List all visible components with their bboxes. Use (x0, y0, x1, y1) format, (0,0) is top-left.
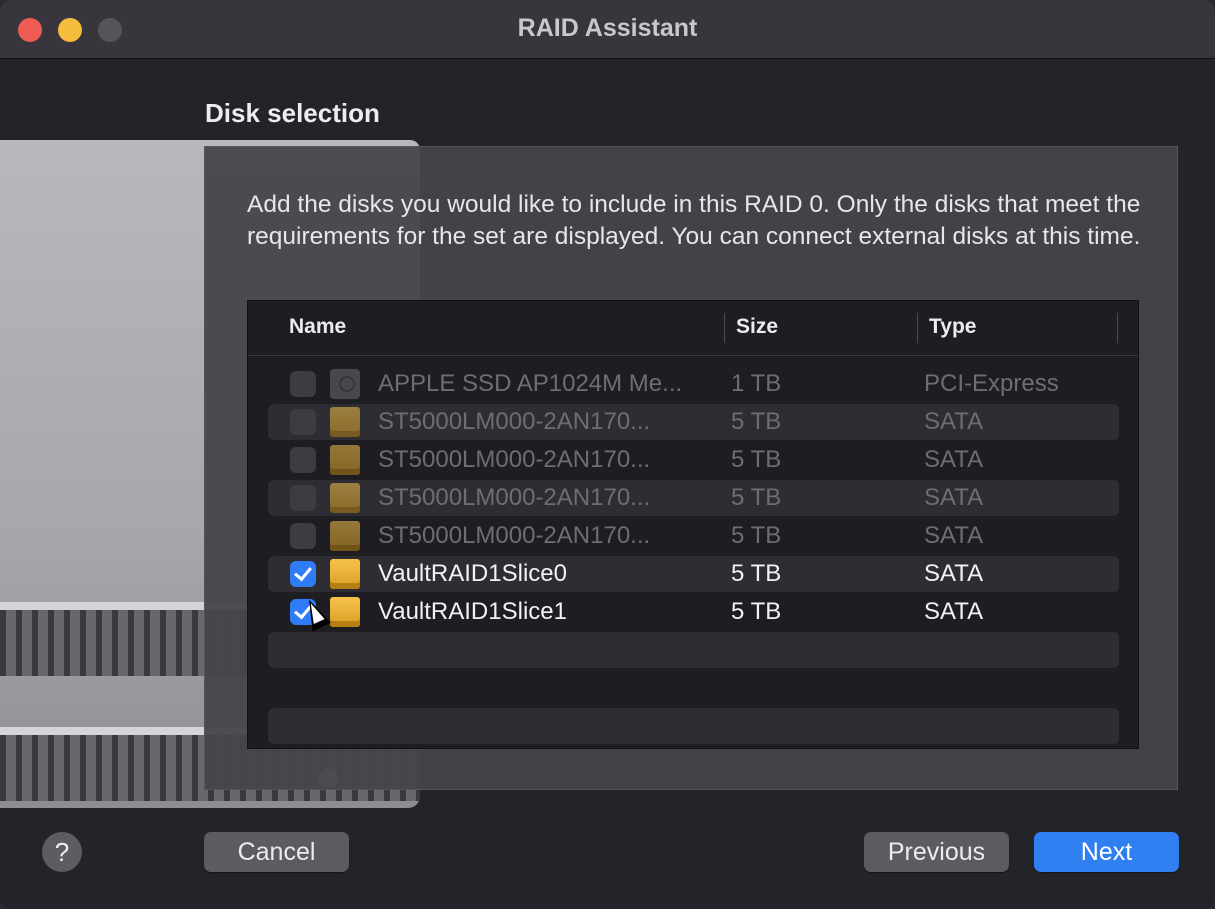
disk-size: 5 TB (731, 446, 782, 473)
disk-type: PCI-Express (924, 370, 1059, 397)
disk-name: ST5000LM000-2AN170... (378, 446, 651, 473)
hdd-icon (330, 597, 360, 627)
disk-checkbox (290, 447, 316, 473)
disk-type: SATA (924, 484, 984, 511)
disk-selection-panel: Add the disks you would like to include … (204, 146, 1178, 790)
disk-size: 1 TB (731, 370, 782, 397)
table-row: ST5000LM000-2AN170... 5 TB SATA (268, 404, 1119, 440)
empty-row (268, 670, 1119, 706)
table-row[interactable]: VaultRAID1Slice1 5 TB SATA (268, 594, 1119, 630)
column-divider[interactable] (1117, 313, 1118, 343)
section-title: Disk selection (205, 98, 380, 128)
disk-checkbox (290, 409, 316, 435)
disk-size: 5 TB (731, 598, 782, 625)
disk-name: ST5000LM000-2AN170... (378, 408, 651, 435)
disk-type: SATA (924, 560, 984, 587)
disk-name: VaultRAID1Slice0 (378, 560, 567, 587)
disk-checkbox (290, 523, 316, 549)
help-button[interactable]: ? (42, 832, 82, 872)
table-row: APPLE SSD AP1024M Me... 1 TB PCI-Express (268, 366, 1119, 402)
disk-type: SATA (924, 408, 984, 435)
column-divider[interactable] (917, 313, 918, 343)
column-header-name[interactable]: Name (289, 315, 346, 339)
column-header-type[interactable]: Type (929, 315, 976, 339)
disk-size: 5 TB (731, 408, 782, 435)
disk-name: ST5000LM000-2AN170... (378, 484, 651, 511)
disk-name: VaultRAID1Slice1 (378, 598, 567, 625)
table-row[interactable]: VaultRAID1Slice0 5 TB SATA (268, 556, 1119, 592)
disk-type: SATA (924, 446, 984, 473)
disk-size: 5 TB (731, 560, 782, 587)
ssd-icon (330, 369, 360, 399)
disk-checkbox[interactable] (290, 561, 316, 587)
table-header: Name Size Type (248, 301, 1138, 356)
raid-assistant-window: RAID Assistant Disk selection Add the di… (0, 0, 1215, 909)
disk-checkbox (290, 371, 316, 397)
disk-size: 5 TB (731, 522, 782, 549)
empty-row (268, 632, 1119, 668)
instructions-text: Add the disks you would like to include … (247, 191, 1141, 250)
title-bar: RAID Assistant (0, 0, 1215, 59)
disk-type: SATA (924, 598, 984, 625)
disk-type: SATA (924, 522, 984, 549)
disk-table: Name Size Type APPLE SSD AP1024M Me... 1 … (247, 300, 1139, 749)
hdd-icon (330, 559, 360, 589)
hdd-icon (330, 445, 360, 475)
previous-button[interactable]: Previous (864, 832, 1009, 872)
hdd-icon (330, 407, 360, 437)
table-row: ST5000LM000-2AN170... 5 TB SATA (268, 480, 1119, 516)
window-title: RAID Assistant (517, 14, 698, 42)
column-header-size[interactable]: Size (736, 315, 778, 339)
column-divider[interactable] (724, 313, 725, 343)
hdd-icon (330, 483, 360, 513)
disk-name: APPLE SSD AP1024M Me... (378, 370, 683, 397)
disk-name: ST5000LM000-2AN170... (378, 522, 651, 549)
table-row: ST5000LM000-2AN170... 5 TB SATA (268, 518, 1119, 554)
hdd-icon (330, 521, 360, 551)
cancel-button[interactable]: Cancel (204, 832, 349, 872)
disk-checkbox (290, 485, 316, 511)
next-button[interactable]: Next (1034, 832, 1179, 872)
table-row: ST5000LM000-2AN170... 5 TB SATA (268, 442, 1119, 478)
disk-size: 5 TB (731, 484, 782, 511)
empty-row (268, 708, 1119, 744)
